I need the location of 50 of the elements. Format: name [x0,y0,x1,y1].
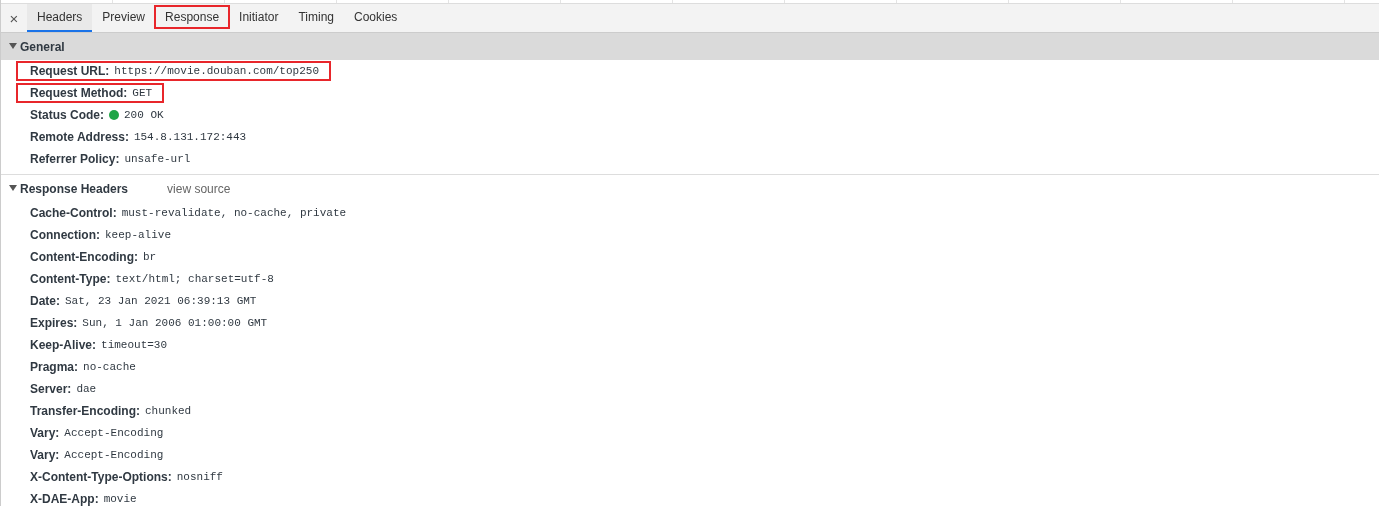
header-name: Date: [30,294,60,308]
header-name: Request URL: [30,64,110,78]
header-name: Keep-Alive: [30,338,97,352]
section-header[interactable]: General [1,33,1379,60]
header-value: text/html; charset=utf-8 [115,273,274,285]
header-name: Expires: [30,316,78,330]
header-value: timeout=30 [101,339,168,351]
header-value: must-revalidate, no-cache, private [121,207,347,219]
tab[interactable]: Preview [92,4,156,32]
header-value: unsafe-url [124,153,191,165]
header-value: GET [132,87,153,99]
section-title: Response Headers [20,181,129,196]
header-name: Connection: [30,228,100,242]
header-name: Server: [30,382,72,396]
header-name: Cache-Control: [30,206,117,220]
header-value: Sun, 1 Jan 2006 01:00:00 GMT [82,317,268,329]
header-value: Accept-Encoding [64,427,164,439]
header-name: Vary: [30,448,60,462]
header-value: Accept-Encoding [64,449,164,461]
header-name: X-Content-Type-Options: [30,470,172,484]
section-header[interactable]: Response Headers view source [1,175,1379,202]
header-value: chunked [145,405,192,417]
header-name: Pragma: [30,360,79,374]
header-name: Vary: [30,426,60,440]
tab[interactable]: Headers [27,4,93,32]
header-value: https://movie.douban.com/top250 [114,65,319,77]
header-value: 154.8.131.172:443 [133,131,247,143]
header-name: Remote Address: [30,130,129,144]
view-source-link[interactable]: view source [167,181,231,196]
section-title: General [20,39,65,54]
header-name: Content-Type: [30,272,111,286]
header-value: dae [76,383,97,395]
header-name: Referrer Policy: [30,152,120,166]
tab[interactable]: Timing [288,4,344,32]
header-name: X-DAE-App: [30,492,99,506]
header-name: Transfer-Encoding: [30,404,140,418]
tab[interactable]: Initiator [229,4,289,32]
header-value: br [143,251,157,263]
tab[interactable]: Cookies [344,4,408,32]
header-value: Sat, 23 Jan 2021 06:39:13 GMT [65,295,257,307]
header-name: Request Method: [30,86,128,100]
header-value: movie [103,493,137,505]
tab[interactable]: Response [155,4,230,32]
header-value: no-cache [83,361,136,373]
header-value: nosniff [176,471,223,483]
header-value: keep-alive [105,229,171,241]
header-value: 200 OK [124,109,164,121]
header-name: Content-Encoding: [30,250,138,264]
header-name: Status Code: [30,108,104,122]
close-icon[interactable]: × [1,4,27,32]
